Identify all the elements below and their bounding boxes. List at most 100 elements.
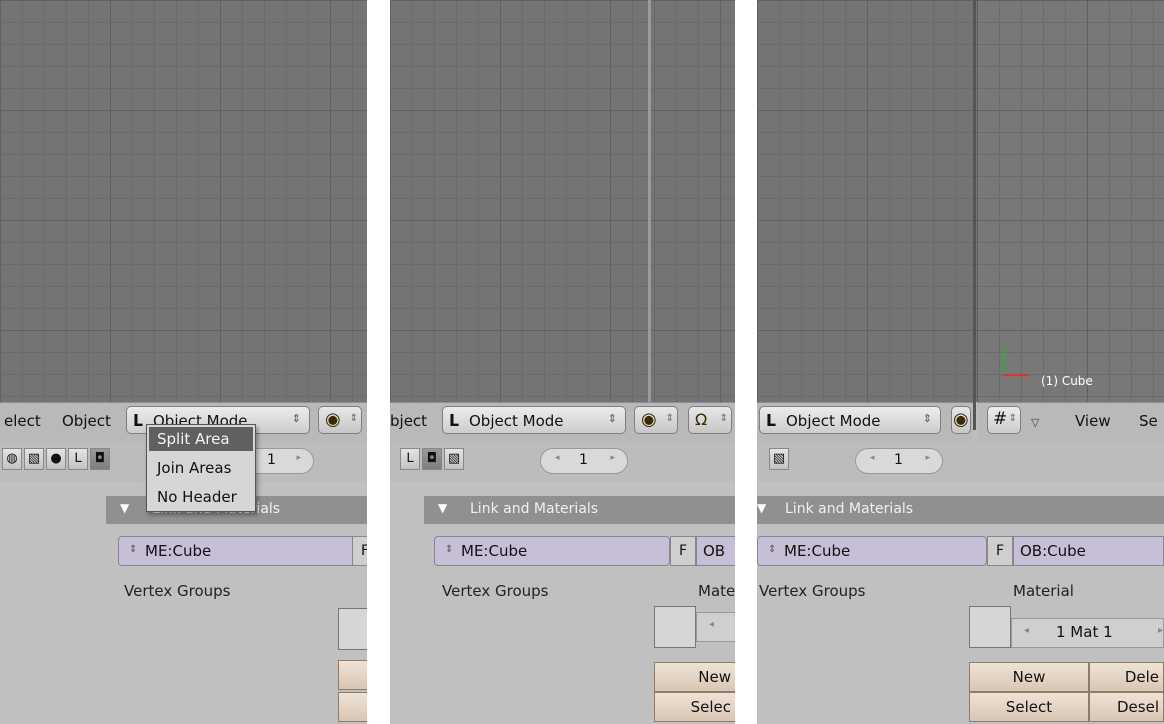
menu-item-join-areas[interactable]: Join Areas (149, 456, 253, 480)
3d-viewport[interactable] (390, 0, 735, 402)
select-button[interactable]: Select (969, 692, 1089, 722)
chevron-updown-icon: ⇕ (129, 544, 138, 555)
arrow-right-icon: ▸ (1158, 625, 1164, 636)
material-icon[interactable]: ● (46, 448, 66, 470)
new-button[interactable] (338, 660, 367, 690)
chevron-updown-icon: ⇕ (719, 413, 728, 424)
object-label: (1) Cube (1041, 374, 1093, 388)
arrow-right-icon: ▸ (296, 453, 301, 463)
material-swatch (969, 606, 1011, 648)
collapse-icon: ▼ (438, 501, 448, 515)
arrow-left-icon: ◂ (1024, 625, 1030, 636)
menu-item-split-area[interactable]: Split Area (149, 427, 253, 451)
split-line[interactable] (648, 0, 651, 430)
fake-user-button[interactable]: F (670, 536, 696, 566)
panel-header[interactable]: ▼ Link and Materials (757, 496, 1164, 524)
shading-icon: ◉ (325, 409, 341, 430)
mesh-value: ME:Cube (784, 542, 851, 560)
chevron-updown-icon: ⇕ (1008, 413, 1017, 424)
buttons-row (757, 442, 1164, 482)
chevron-updown-icon: ⇕ (349, 413, 358, 424)
object-field[interactable]: OB:Cube (1013, 536, 1164, 566)
fake-user-button[interactable]: F (987, 536, 1013, 566)
deselect-button[interactable]: Desel (1089, 692, 1164, 722)
editor-type-button[interactable]: # ⇕ (987, 406, 1021, 434)
edit-icon[interactable]: ◘ (90, 448, 110, 470)
texture-icon[interactable]: ▧ (24, 448, 44, 470)
edit-icon[interactable]: ◘ (422, 448, 442, 470)
select-button[interactable]: Selec (654, 692, 735, 722)
mesh-value: ME:Cube (461, 542, 528, 560)
shading-button[interactable]: ◉ (951, 406, 971, 434)
axis-x-line (1003, 374, 1029, 376)
object-mode-icon: ᒪ (133, 411, 144, 430)
arrow-right-icon: ▸ (610, 453, 615, 463)
object-mode-icon: ᒪ (766, 411, 777, 430)
chevron-updown-icon: ⇕ (922, 412, 932, 425)
axis-y-line (1003, 346, 1005, 376)
panel-title: Link and Materials (470, 501, 599, 517)
material-value: 1 Mat 1 (1056, 623, 1113, 641)
texture-icon[interactable]: ▧ (444, 448, 464, 470)
mode-select[interactable]: ᒪ Object Mode ⇕ (759, 406, 941, 434)
object-icon[interactable]: ᒪ (68, 448, 88, 470)
chevron-updown-icon: ⇕ (665, 413, 674, 424)
material-field[interactable]: ◂ 1 Mat 1 ▸ (1011, 618, 1164, 648)
arrow-left-icon: ◂ (870, 453, 875, 463)
blender-panel-3: (1) Cube ᒪ Object Mode ⇕ ◉ # ⇕ ▽ View Se… (757, 0, 1164, 724)
3d-viewport[interactable] (0, 0, 367, 402)
mesh-field[interactable]: ⇕ ME:Cube (118, 536, 358, 566)
menu-view[interactable]: View (1075, 412, 1111, 430)
blender-panel-2: bject ᒪ Object Mode ⇕ ◉ ⇕ Ω ⇕ ᒪ ◘ ▧ ◂ 1 … (390, 0, 735, 724)
mode-label: Object Mode (469, 412, 564, 430)
arrow-right-icon: ▸ (925, 453, 930, 463)
new-button[interactable]: New (969, 662, 1089, 692)
object-icon[interactable]: ᒪ (400, 448, 420, 470)
mesh-value: ME:Cube (145, 542, 212, 560)
vertex-groups-label: Vertex Groups (759, 582, 866, 600)
collapse-icon: ▼ (757, 501, 767, 515)
material-field[interactable]: ◂ (696, 612, 735, 642)
new-button[interactable]: New (654, 662, 735, 692)
texture-icon[interactable]: ▧ (769, 448, 789, 470)
frame-field[interactable]: ◂ 1 ▸ (540, 448, 628, 474)
pivot-button[interactable]: Ω ⇕ (688, 406, 732, 434)
vertex-groups-label: Vertex Groups (442, 582, 549, 600)
chevron-updown-icon: ⇕ (445, 544, 454, 555)
mesh-field[interactable]: ⇕ ME:Cube (434, 536, 670, 566)
shading-button[interactable]: ◉ ⇕ (318, 406, 362, 434)
3d-viewport-right[interactable] (977, 0, 1164, 430)
frame-value: 1 (267, 452, 276, 468)
object-field[interactable]: OB (696, 536, 735, 566)
frame-value: 1 (579, 452, 588, 468)
menu-select[interactable]: elect (4, 412, 41, 430)
fake-user-button[interactable]: F (352, 536, 367, 566)
mesh-field[interactable]: ⇕ ME:Cube (757, 536, 987, 566)
panel-header[interactable]: ▼ Link and Materials (424, 496, 735, 524)
menu-select[interactable]: Se (1139, 412, 1158, 430)
shading-button[interactable]: ◉ ⇕ (634, 406, 678, 434)
material-label: Mate (698, 582, 735, 600)
chevron-updown-icon: ⇕ (291, 412, 301, 425)
blender-panel-1: elect Object ᒪ Object Mode ⇕ ◉ ⇕ ◍ ▧ ● ᒪ… (0, 0, 367, 724)
shading-icon: ◉ (953, 409, 969, 430)
collapse-header-icon[interactable]: ▽ (1031, 416, 1039, 429)
chevron-updown-icon: ⇕ (607, 412, 617, 425)
select-button[interactable] (338, 692, 367, 722)
menu-item-no-header[interactable]: No Header (149, 485, 253, 509)
area-popup-menu: Split Area Join Areas No Header (146, 424, 256, 512)
area-divider[interactable] (973, 0, 976, 430)
frame-field[interactable]: ◂ 1 ▸ (855, 448, 943, 474)
mode-select[interactable]: ᒪ Object Mode ⇕ (442, 406, 626, 434)
arrow-left-icon: ◂ (555, 453, 560, 463)
collapse-icon: ▼ (120, 501, 130, 515)
menu-object[interactable]: Object (62, 412, 111, 430)
panel-title: Link and Materials (785, 501, 914, 517)
sphere-icon[interactable]: ◍ (2, 448, 22, 470)
delete-button[interactable]: Dele (1089, 662, 1164, 692)
mode-label: Object Mode (786, 412, 881, 430)
vertex-groups-label: Vertex Groups (124, 582, 231, 600)
pivot-icon: Ω (695, 410, 708, 429)
menu-object[interactable]: bject (390, 412, 427, 430)
material-swatch (654, 606, 696, 648)
